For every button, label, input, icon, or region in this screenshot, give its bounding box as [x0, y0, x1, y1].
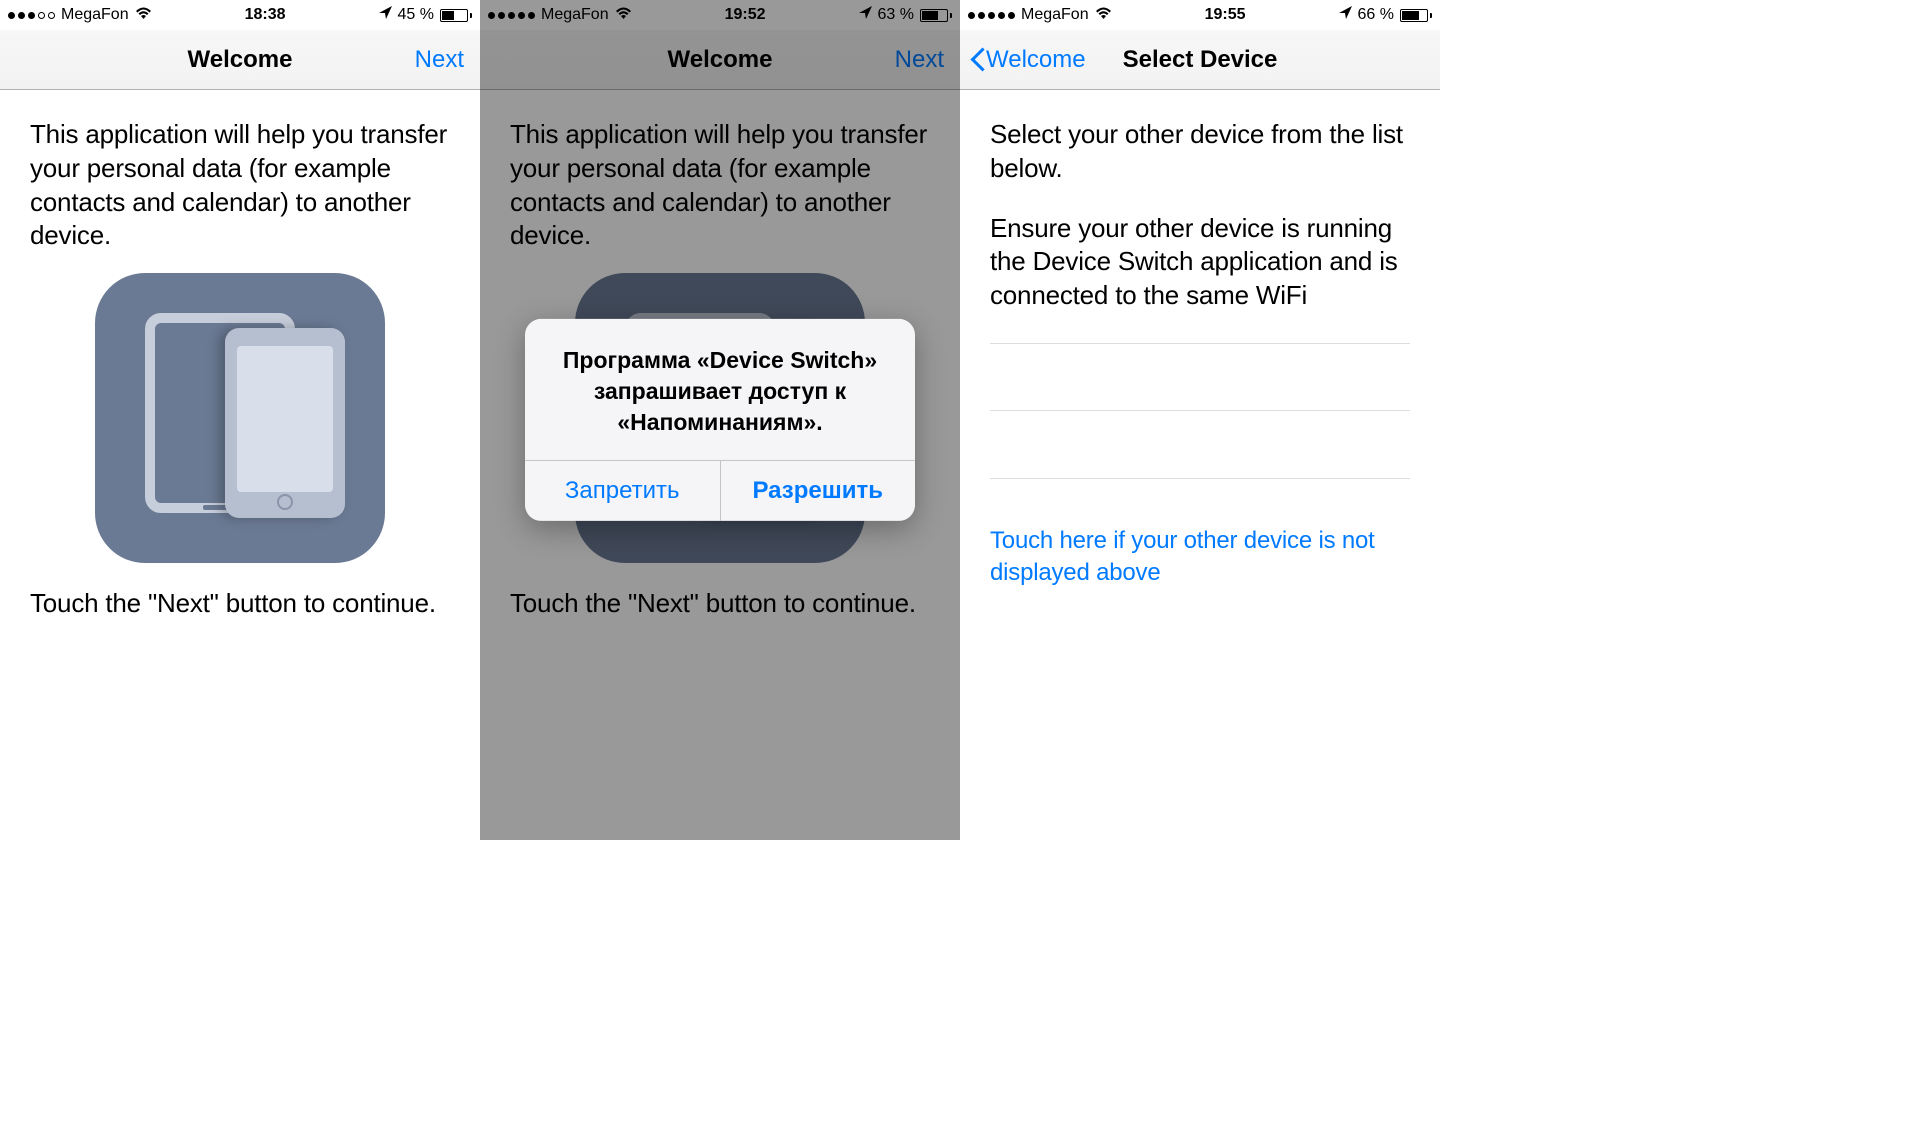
list-item[interactable] [990, 411, 1410, 479]
list-item[interactable] [990, 343, 1410, 411]
carrier-label: MegaFon [541, 6, 609, 24]
wifi-icon [1095, 7, 1112, 23]
location-icon [1339, 6, 1352, 24]
select-instruction-1: Select your other device from the list b… [990, 118, 1410, 186]
nav-bar: Welcome Next [480, 30, 960, 90]
status-bar: MegaFon 19:55 66 % [960, 0, 1440, 30]
battery-pct-label: 45 % [398, 6, 434, 24]
back-label: Welcome [986, 46, 1086, 74]
battery-pct-label: 66 % [1358, 6, 1394, 24]
hint-text: Touch the "Next" button to continue. [510, 587, 930, 621]
device-switch-icon [95, 273, 385, 563]
content-area: Select your other device from the list b… [960, 90, 1440, 840]
intro-text: This application will help you transfer … [510, 118, 930, 253]
nav-bar: Welcome Select Device [960, 30, 1440, 90]
content-area: This application will help you transfer … [0, 90, 480, 840]
battery-pct-label: 63 % [878, 6, 914, 24]
next-button[interactable]: Next [415, 30, 464, 89]
status-bar: MegaFon 18:38 45 % [0, 0, 480, 30]
wifi-icon [135, 7, 152, 23]
signal-strength-icon [968, 12, 1015, 19]
page-title: Select Device [1123, 46, 1278, 74]
chevron-left-icon [970, 48, 984, 72]
back-button[interactable]: Welcome [970, 30, 1086, 89]
page-title: Welcome [188, 46, 293, 74]
signal-strength-icon [488, 12, 535, 19]
screen-select-device: MegaFon 19:55 66 % Welcome Select Device… [960, 0, 1440, 840]
battery-icon [1400, 9, 1432, 22]
carrier-label: MegaFon [61, 6, 129, 24]
deny-button[interactable]: Запретить [525, 461, 720, 521]
signal-strength-icon [8, 12, 55, 19]
allow-button[interactable]: Разрешить [720, 461, 916, 521]
page-title: Welcome [668, 46, 773, 74]
device-list [990, 343, 1410, 479]
clock-label: 19:52 [725, 6, 766, 24]
location-icon [859, 6, 872, 24]
wifi-icon [615, 7, 632, 23]
screen-welcome-alert: MegaFon 19:52 63 % Welcome Next This app… [480, 0, 960, 840]
location-icon [379, 6, 392, 24]
battery-icon [920, 9, 952, 22]
next-button[interactable]: Next [895, 30, 944, 89]
nav-bar: Welcome Next [0, 30, 480, 90]
intro-text: This application will help you transfer … [30, 118, 450, 253]
hint-text: Touch the "Next" button to continue. [30, 587, 450, 621]
battery-icon [440, 9, 472, 22]
screen-welcome: MegaFon 18:38 45 % Welcome Next This app… [0, 0, 480, 840]
permission-alert: Программа «Device Switch» запрашивает до… [525, 319, 915, 521]
alert-message: Программа «Device Switch» запрашивает до… [525, 319, 915, 460]
status-bar: MegaFon 19:52 63 % [480, 0, 960, 30]
clock-label: 19:55 [1205, 6, 1246, 24]
device-not-found-link[interactable]: Touch here if your other device is not d… [990, 525, 1410, 590]
carrier-label: MegaFon [1021, 6, 1089, 24]
select-instruction-2: Ensure your other device is running the … [990, 212, 1410, 313]
clock-label: 18:38 [245, 6, 286, 24]
